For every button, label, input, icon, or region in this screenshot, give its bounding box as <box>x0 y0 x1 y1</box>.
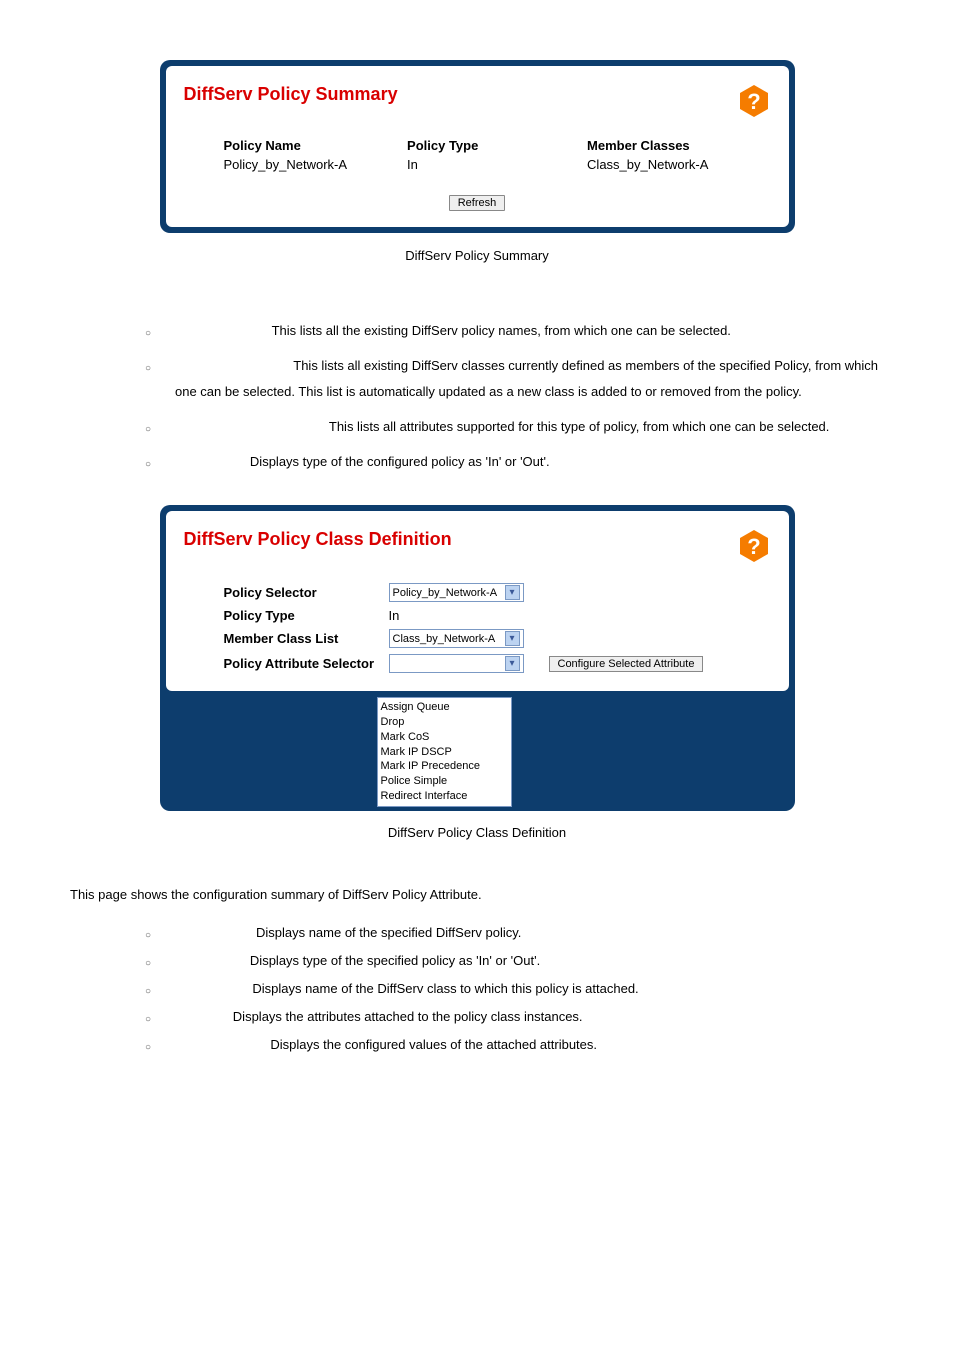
list-item-text: Member Class List This lists all existin… <box>175 353 889 405</box>
class-definition-caption: DiffServ Policy Class Definition <box>60 825 894 840</box>
bullet-icon: ○ <box>145 414 175 440</box>
list-item: ○ Member Class List This lists all exist… <box>145 353 889 405</box>
svg-text:?: ? <box>747 89 760 114</box>
list-item: ○ Policy Attribute Selector This lists a… <box>145 414 889 440</box>
svg-text:?: ? <box>747 534 760 559</box>
summary-caption: DiffServ Policy Summary <box>60 248 894 263</box>
bullet-icon: ○ <box>145 1032 175 1058</box>
definition-list-2: ○ Policy Name Displays name of the speci… <box>60 920 894 1058</box>
bullet-icon: ○ <box>145 976 175 1002</box>
refresh-button[interactable]: Refresh <box>449 195 506 211</box>
attribute-selector-dropdown[interactable]: ▾ <box>389 654 524 673</box>
bullet-icon: ○ <box>145 948 175 974</box>
form-label: Member Class List <box>224 631 389 646</box>
dropdown-option[interactable]: Assign Queue <box>381 700 508 715</box>
summary-col-policy-name: Policy Name Policy_by_Network-A <box>224 138 348 172</box>
bullet-icon: ○ <box>145 353 175 379</box>
form-row-policy-type: Policy Type In <box>224 608 771 623</box>
list-item-text: Attribute Displays the attributes attach… <box>175 1004 894 1030</box>
form-value: In <box>389 608 400 623</box>
list-item: ○ Policy Name Displays name of the speci… <box>145 920 894 946</box>
dropdown-option[interactable]: Drop <box>381 715 508 730</box>
col-value: Policy_by_Network-A <box>224 157 348 172</box>
list-item-text: Class Name Displays name of the DiffServ… <box>175 976 894 1002</box>
class-definition-panel: DiffServ Policy Class Definition ? Polic… <box>160 505 795 811</box>
list-item: ○ Attribute Value Displays the configure… <box>145 1032 894 1058</box>
list-item-text: Policy Type Displays type of the specifi… <box>175 948 894 974</box>
summary-col-member-classes: Member Classes Class_by_Network-A <box>587 138 708 172</box>
class-definition-inner: DiffServ Policy Class Definition ? Polic… <box>166 511 789 691</box>
summary-panel-inner: DiffServ Policy Summary ? Policy Name Po… <box>166 66 789 227</box>
list-item-text: Policy Name Displays name of the specifi… <box>175 920 894 946</box>
form-label: Policy Attribute Selector <box>224 656 389 671</box>
chevron-down-icon: ▾ <box>505 631 520 646</box>
class-definition-wrap: DiffServ Policy Class Definition ? Polic… <box>60 505 894 811</box>
help-icon[interactable]: ? <box>737 529 771 563</box>
dropdown-value: Policy_by_Network-A <box>393 587 498 599</box>
list-item: ○ Class Name Displays name of the DiffSe… <box>145 976 894 1002</box>
col-header: Policy Type <box>407 138 527 153</box>
form-row-member-class: Member Class List Class_by_Network-A ▾ <box>224 629 771 648</box>
list-item: ○ Policy Type Displays type of the speci… <box>145 948 894 974</box>
summary-header: DiffServ Policy Summary ? <box>184 84 771 118</box>
col-value: In <box>407 157 527 172</box>
dropdown-option[interactable]: Mark IP DSCP <box>381 745 508 760</box>
bullet-icon: ○ <box>145 1004 175 1030</box>
class-definition-header: DiffServ Policy Class Definition ? <box>184 529 771 563</box>
summary-title: DiffServ Policy Summary <box>184 84 398 105</box>
list-item-text: Policy Type Displays type of the configu… <box>175 449 889 475</box>
chevron-down-icon: ▾ <box>505 656 520 671</box>
form-rows: Policy Selector Policy_by_Network-A ▾ Po… <box>184 583 771 673</box>
attribute-summary-intro: This page shows the configuration summar… <box>70 885 894 906</box>
definition-list-1: ○ Policy Selector This lists all the exi… <box>60 318 894 475</box>
bullet-icon: ○ <box>145 449 175 475</box>
col-value: Class_by_Network-A <box>587 157 708 172</box>
dropdown-option[interactable]: Police Simple <box>381 774 508 789</box>
attribute-dropdown-open[interactable]: Assign Queue Drop Mark CoS Mark IP DSCP … <box>377 697 512 807</box>
form-row-attribute-selector: Policy Attribute Selector ▾ Configure Se… <box>224 654 771 673</box>
member-class-dropdown[interactable]: Class_by_Network-A ▾ <box>389 629 524 648</box>
form-label: Policy Type <box>224 608 389 623</box>
dropdown-option[interactable]: Mark IP Precedence <box>381 759 508 774</box>
configure-attribute-button[interactable]: Configure Selected Attribute <box>549 656 704 672</box>
form-label: Policy Selector <box>224 585 389 600</box>
list-item: ○ Policy Type Displays type of the confi… <box>145 449 889 475</box>
bullet-icon: ○ <box>145 318 175 344</box>
help-icon[interactable]: ? <box>737 84 771 118</box>
summary-panel: DiffServ Policy Summary ? Policy Name Po… <box>160 60 795 233</box>
list-item: ○ Attribute Displays the attributes atta… <box>145 1004 894 1030</box>
summary-col-policy-type: Policy Type In <box>407 138 527 172</box>
list-item: ○ Policy Selector This lists all the exi… <box>145 318 889 344</box>
col-header: Policy Name <box>224 138 348 153</box>
form-row-policy-selector: Policy Selector Policy_by_Network-A ▾ <box>224 583 771 602</box>
bullet-icon: ○ <box>145 920 175 946</box>
class-definition-title: DiffServ Policy Class Definition <box>184 529 452 550</box>
col-header: Member Classes <box>587 138 708 153</box>
dropdown-option[interactable]: Mark CoS <box>381 730 508 745</box>
list-item-text: Attribute Value Displays the configured … <box>175 1032 894 1058</box>
dropdown-option[interactable]: Redirect Interface <box>381 789 508 804</box>
list-item-text: Policy Selector This lists all the exist… <box>175 318 889 344</box>
dropdown-value: Class_by_Network-A <box>393 633 496 645</box>
list-item-text: Policy Attribute Selector This lists all… <box>175 414 889 440</box>
policy-selector-dropdown[interactable]: Policy_by_Network-A ▾ <box>389 583 524 602</box>
summary-columns: Policy Name Policy_by_Network-A Policy T… <box>184 138 771 172</box>
refresh-row: Refresh <box>184 194 771 211</box>
chevron-down-icon: ▾ <box>505 585 520 600</box>
